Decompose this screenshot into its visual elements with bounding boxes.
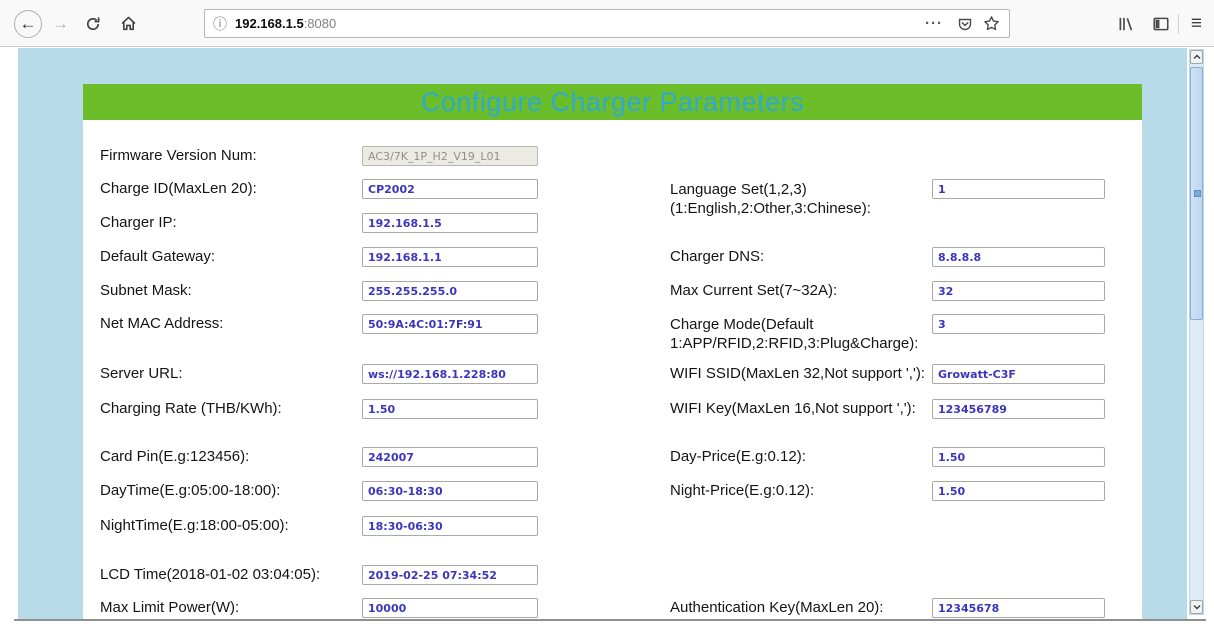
sidebar-button[interactable] <box>1150 13 1172 35</box>
charger-ip-input[interactable] <box>362 213 538 233</box>
night-price-input[interactable] <box>932 481 1105 501</box>
field-label: Max Current Set(7~32A): <box>670 282 838 299</box>
field-label: NightTime(E.g:18:00-05:00): <box>100 517 289 534</box>
field-label: Language Set(1,2,3) (1:English,2:Other,3:… <box>670 181 871 217</box>
scrollbar-thumb[interactable] <box>1190 67 1203 320</box>
lcd-time-input[interactable] <box>362 565 538 585</box>
browser-window: ← → ⓘ 192.168.1.5 :8080 ··· ≡ Configure … <box>0 0 1214 637</box>
charger-dns-input[interactable] <box>932 247 1105 267</box>
field-label: WIFI SSID(MaxLen 32,Not support ','): <box>670 365 925 382</box>
wifi-key-input[interactable] <box>932 399 1105 419</box>
form-row: Charger IP: <box>18 213 1187 237</box>
hamburger-icon: ≡ <box>1190 12 1202 34</box>
firmware-version-input <box>362 146 538 166</box>
nighttime-input[interactable] <box>362 516 538 536</box>
wifi-ssid-input[interactable] <box>932 364 1105 384</box>
back-icon: ← <box>19 13 37 33</box>
form-row: Firmware Version Num: <box>18 146 1187 170</box>
field-label: Day-Price(E.g:0.12): <box>670 448 806 465</box>
reload-icon <box>87 16 100 30</box>
form-row: Day-Price(E.g:0.12): <box>18 447 1187 471</box>
home-button[interactable] <box>117 13 139 35</box>
star-icon <box>983 16 999 31</box>
home-icon <box>121 16 135 31</box>
field-label: WIFI Key(MaxLen 16,Not support ','): <box>670 400 916 417</box>
forward-button[interactable]: → <box>52 14 69 34</box>
vertical-scrollbar[interactable] <box>1189 49 1204 615</box>
url-port: :8080 <box>303 16 337 31</box>
page-header: Configure Charger Parameters <box>83 84 1142 120</box>
scroll-down-button[interactable] <box>1190 600 1203 614</box>
scroll-up-icon <box>1193 54 1200 59</box>
toolbar-right-icons: ≡ <box>1102 0 1214 47</box>
library-button[interactable] <box>1115 13 1137 35</box>
page-background: Configure Charger Parameters Firmware Ve… <box>18 48 1187 620</box>
form-row: Charger DNS: <box>18 247 1187 271</box>
form-row: WIFI SSID(MaxLen 32,Not support ','): <box>18 364 1187 388</box>
scrollbar-grip <box>1194 190 1201 197</box>
bookmark-button[interactable] <box>981 13 1001 35</box>
browser-toolbar: ← → ⓘ 192.168.1.5 :8080 ··· ≡ <box>0 0 1214 47</box>
charge-mode-input[interactable] <box>932 314 1105 334</box>
form-row: Max Current Set(7~32A): <box>18 281 1187 305</box>
nav-icons: ← → <box>8 0 139 47</box>
field-label: Charge Mode(Default 1:APP/RFID,2:RFID,3:P… <box>670 316 919 352</box>
form-row: WIFI Key(MaxLen 16,Not support ','): <box>18 399 1187 423</box>
scroll-up-button[interactable] <box>1190 50 1203 64</box>
field-label: Charger IP: <box>100 214 177 231</box>
form-row: Language Set(1,2,3) (1:English,2:Other,3:… <box>18 179 1187 217</box>
form-row: Night-Price(E.g:0.12): <box>18 481 1187 505</box>
field-label: Authentication Key(MaxLen 20): <box>670 599 884 616</box>
reload-button[interactable] <box>82 13 104 35</box>
menu-button[interactable]: ≡ <box>1191 13 1202 35</box>
form-row: Charge Mode(Default 1:APP/RFID,2:RFID,3:P… <box>18 314 1187 352</box>
window-bottom-edge <box>14 619 1206 621</box>
field-label: LCD Time(2018-01-02 03:04:05): <box>100 566 321 583</box>
pocket-icon <box>958 18 972 30</box>
day-price-input[interactable] <box>932 447 1105 467</box>
sidebar-icon <box>1153 17 1169 30</box>
authentication-key-input[interactable] <box>932 598 1105 618</box>
url-bar[interactable]: ⓘ 192.168.1.5 :8080 ··· <box>204 9 1010 38</box>
forward-icon: → <box>52 13 69 33</box>
page-title: Configure Charger Parameters <box>420 86 805 117</box>
url-host: 192.168.1.5 <box>235 16 304 31</box>
field-label: Firmware Version Num: <box>100 147 257 164</box>
library-icon <box>1119 17 1133 30</box>
back-button[interactable]: ← <box>14 9 42 38</box>
scroll-down-icon <box>1193 605 1200 610</box>
field-label: Charger DNS: <box>670 248 765 265</box>
toolbar-separator <box>1177 13 1179 34</box>
pocket-button[interactable] <box>955 13 975 35</box>
max-current-input[interactable] <box>932 281 1105 301</box>
form-row: LCD Time(2018-01-02 03:04:05): <box>18 565 1187 589</box>
site-info-icon[interactable]: ⓘ <box>213 14 227 34</box>
field-label: Night-Price(E.g:0.12): <box>670 482 815 499</box>
language-set-input[interactable] <box>932 179 1105 199</box>
page-actions-icon[interactable]: ··· <box>925 15 943 32</box>
form-row: NightTime(E.g:18:00-05:00): <box>18 516 1187 540</box>
